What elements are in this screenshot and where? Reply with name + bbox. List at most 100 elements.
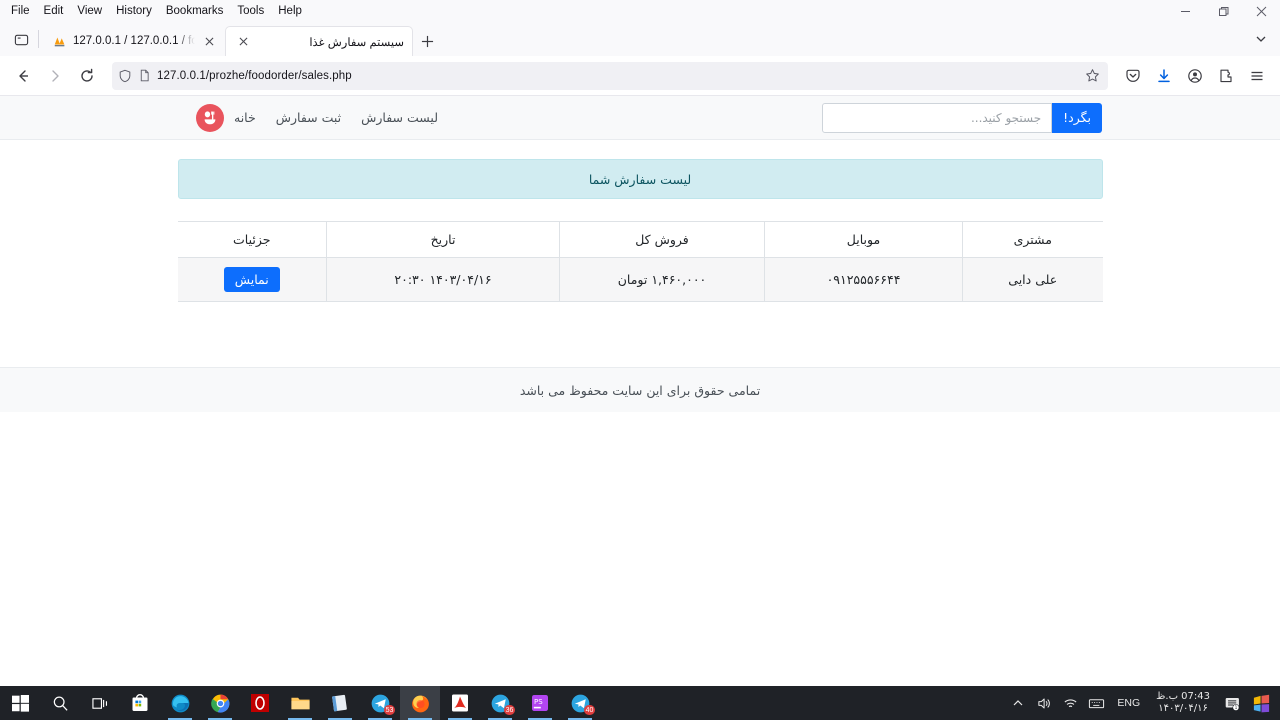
opera-icon[interactable] — [240, 686, 280, 720]
search-button[interactable] — [40, 686, 80, 720]
clock-time: 07:43 ب.ظ — [1156, 691, 1210, 702]
minimize-icon[interactable] — [1166, 0, 1204, 22]
menu-tools[interactable]: Tools — [230, 1, 271, 21]
new-tab-button[interactable] — [413, 27, 441, 55]
telegram-icon-3[interactable]: 40 — [560, 686, 600, 720]
food-logo-icon[interactable] — [196, 103, 224, 132]
page-icon — [138, 69, 151, 82]
acrobat-reader-icon[interactable] — [440, 686, 480, 720]
bookmark-star-icon[interactable] — [1085, 68, 1102, 83]
page-container: لیست سفارش شما مشتری موبایل فروش کل تاری… — [177, 140, 1103, 302]
navigation-toolbar: 127.0.0.1/prozhe/foodorder/sales.php — [0, 56, 1280, 96]
tab-strip: 127.0.0.1 / 127.0.0.1 / foodorder سیستم … — [0, 22, 1280, 56]
menu-file[interactable]: File — [4, 1, 37, 21]
menu-history[interactable]: History — [109, 1, 159, 21]
orders-table-head: مشتری موبایل فروش کل تاریخ جزئیات — [177, 221, 1103, 258]
nav-link-order-list[interactable]: لیست سفارش — [351, 106, 448, 129]
search-submit-button[interactable]: بگرد! — [1052, 102, 1102, 133]
action-center-icon[interactable] — [1246, 686, 1276, 720]
orders-table: مشتری موبایل فروش کل تاریخ جزئیات علی دا… — [177, 221, 1103, 302]
cell-date: ۱۴۰۳/۰۴/۱۶ ۲۰:۳۰ — [326, 257, 560, 302]
restore-icon[interactable] — [1204, 0, 1242, 22]
telegram-icon[interactable]: 53 — [360, 686, 400, 720]
phpmyadmin-icon — [52, 34, 67, 49]
tab-title: سیستم سفارش غذا — [309, 36, 404, 49]
orders-table-body: علی دایی ۰۹۱۲۵۵۵۶۶۴۴ ۱,۴۶۰,۰۰۰ تومان ۱۴۰… — [177, 257, 1103, 302]
nav-link-register-order[interactable]: ثبت سفارش — [266, 106, 351, 129]
notification-count: 1 — [1234, 705, 1237, 711]
edge-icon[interactable] — [160, 686, 200, 720]
reload-icon[interactable] — [72, 61, 102, 91]
menu-help[interactable]: Help — [271, 1, 309, 21]
app-menu-icon[interactable] — [1242, 61, 1272, 91]
telegram-icon-2[interactable]: 36 — [480, 686, 520, 720]
tab-phpmyadmin[interactable]: 127.0.0.1 / 127.0.0.1 / foodorder — [43, 26, 225, 56]
wifi-icon[interactable] — [1057, 686, 1083, 720]
list-all-tabs-icon[interactable] — [6, 24, 36, 54]
table-row: علی دایی ۰۹۱۲۵۵۵۶۶۴۴ ۱,۴۶۰,۰۰۰ تومان ۱۴۰… — [177, 257, 1103, 302]
back-icon[interactable] — [8, 61, 38, 91]
browser-toolbar-icons — [1118, 61, 1272, 91]
browser-window: File Edit View History Bookmarks Tools H… — [0, 0, 1280, 686]
start-button[interactable] — [0, 686, 40, 720]
badge-count: 40 — [584, 705, 595, 715]
url-bar[interactable]: 127.0.0.1/prozhe/foodorder/sales.php — [112, 61, 1108, 90]
tab-title: 127.0.0.1 / 127.0.0.1 / foodorder — [73, 35, 195, 47]
volume-icon[interactable] — [1031, 686, 1057, 720]
taskbar-items: 53 36 PS 40 — [0, 686, 600, 720]
downloads-icon[interactable] — [1149, 61, 1179, 91]
cell-mobile: ۰۹۱۲۵۵۵۶۶۴۴ — [764, 257, 963, 302]
close-icon[interactable] — [1242, 0, 1280, 22]
file-explorer-icon[interactable] — [280, 686, 320, 720]
chevron-up-icon[interactable] — [1005, 686, 1031, 720]
menu-bookmarks[interactable]: Bookmarks — [159, 1, 231, 21]
badge-count: 36 — [504, 705, 515, 715]
notifications-icon[interactable]: 1 — [1218, 686, 1246, 720]
menu-bar: File Edit View History Bookmarks Tools H… — [0, 0, 1280, 22]
search-input[interactable] — [822, 102, 1053, 133]
shield-icon — [118, 69, 132, 83]
column-header-details: جزئیات — [177, 221, 327, 258]
show-details-button[interactable]: نمایش — [223, 267, 280, 292]
column-header-mobile: موبایل — [764, 221, 963, 258]
forward-icon[interactable] — [40, 61, 70, 91]
phpstorm-icon[interactable]: PS — [520, 686, 560, 720]
close-icon[interactable] — [235, 34, 251, 50]
nav-link-home[interactable]: خانه — [224, 106, 266, 129]
url-text: 127.0.0.1/prozhe/foodorder/sales.php — [157, 69, 352, 82]
close-icon[interactable] — [201, 33, 217, 49]
column-header-date: تاریخ — [326, 221, 560, 258]
site-nav: خانه ثبت سفارش لیست سفارش — [178, 103, 448, 132]
page-viewport: خانه ثبت سفارش لیست سفارش بگرد! لیست سفا… — [0, 96, 1280, 686]
firefox-icon[interactable] — [400, 686, 440, 720]
table-header-row: مشتری موبایل فروش کل تاریخ جزئیات — [177, 221, 1103, 258]
language-indicator[interactable]: ENG — [1109, 697, 1148, 709]
cell-total: ۱,۴۶۰,۰۰۰ تومان — [559, 257, 765, 302]
notepad-icon[interactable] — [320, 686, 360, 720]
column-header-total-sales: فروش کل — [559, 221, 765, 258]
microsoft-store-icon[interactable] — [120, 686, 160, 720]
clock[interactable]: 07:43 ب.ظ ۱۴۰۳/۰۴/۱۶ — [1148, 691, 1218, 715]
menu-edit[interactable]: Edit — [37, 1, 71, 21]
chrome-icon[interactable] — [200, 686, 240, 720]
cell-details: نمایش — [177, 257, 327, 302]
pocket-icon[interactable] — [1118, 61, 1148, 91]
clock-date: ۱۴۰۳/۰۴/۱۶ — [1158, 703, 1208, 714]
badge-count: 53 — [384, 705, 395, 715]
account-icon[interactable] — [1180, 61, 1210, 91]
windows-taskbar: 53 36 PS 40 ENG 07:43 ب.ظ ۱۴۰۳/۰۴/۱۶ 1 — [0, 686, 1280, 720]
keyboard-icon[interactable] — [1083, 686, 1109, 720]
tab-food-order-system[interactable]: سیستم سفارش غذا — [225, 26, 413, 56]
menu-view[interactable]: View — [70, 1, 109, 21]
nav-links: خانه ثبت سفارش لیست سفارش — [224, 106, 448, 129]
cell-customer: علی دایی — [962, 257, 1103, 302]
site-header: خانه ثبت سفارش لیست سفارش بگرد! — [0, 96, 1280, 140]
system-tray: ENG 07:43 ب.ظ ۱۴۰۳/۰۴/۱۶ 1 — [1005, 686, 1280, 720]
task-view-button[interactable] — [80, 686, 120, 720]
chevron-down-icon[interactable] — [1248, 26, 1274, 52]
footer-text: تمامی حقوق برای این سایت محفوظ می باشد — [519, 382, 761, 398]
site-footer: تمامی حقوق برای این سایت محفوظ می باشد — [0, 367, 1280, 412]
svg-text:PS: PS — [534, 698, 543, 706]
extensions-icon[interactable] — [1211, 61, 1241, 91]
page-title-alert: لیست سفارش شما — [177, 159, 1103, 199]
